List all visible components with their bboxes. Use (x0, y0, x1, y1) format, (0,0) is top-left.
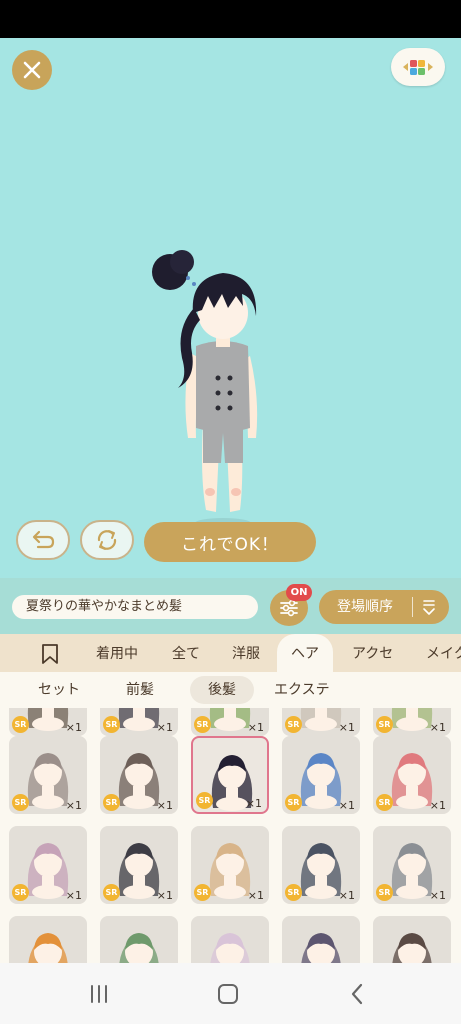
hair-item-card[interactable]: SR×1 (373, 916, 451, 963)
tab-accessories[interactable]: アクセ (352, 634, 393, 672)
tab-all[interactable]: 全て (172, 634, 200, 672)
hair-item-card[interactable]: SR ×1 (373, 736, 451, 814)
item-quantity: ×1 (247, 721, 264, 734)
subtab-set[interactable]: セット (38, 676, 80, 704)
sliders-icon (280, 599, 298, 617)
hair-item-card[interactable]: SR ×1 (9, 826, 87, 904)
system-nav-bar (0, 963, 461, 1024)
hair-item-card[interactable]: SR ×1 (282, 736, 360, 814)
item-quantity: ×1 (156, 721, 173, 734)
status-bar (0, 0, 461, 38)
hair-thumbnail (210, 933, 250, 963)
hair-thumbnail (119, 933, 159, 963)
sort-divider (412, 597, 413, 617)
tab-makeup[interactable]: メイク (426, 634, 461, 672)
recent-apps-button[interactable] (84, 979, 114, 1009)
subtab-bangs[interactable]: 前髪 (126, 676, 154, 704)
rarity-badge: SR (376, 884, 393, 901)
hair-item-card[interactable]: SR ×1 (191, 826, 269, 904)
layout-toggle-button[interactable] (391, 48, 445, 86)
hair-item-card[interactable]: SR ×1 (191, 708, 269, 736)
tab-wearing[interactable]: 着用中 (96, 634, 138, 672)
hair-item-card[interactable]: SR ×1 (9, 736, 87, 814)
refresh-icon (97, 530, 117, 550)
hair-thumbnail (301, 933, 341, 963)
tab-clothes[interactable]: 洋服 (232, 634, 260, 672)
hair-item-card[interactable]: SR ×1 (191, 736, 269, 814)
dressup-stage: これでOK！ (0, 38, 461, 583)
hair-item-card[interactable]: SR ×1 (100, 826, 178, 904)
sort-order-icon[interactable] (421, 598, 437, 616)
recent-apps-icon (91, 985, 107, 1003)
hair-item-card[interactable]: SR ×1 (9, 708, 87, 736)
item-quantity: ×1 (156, 889, 173, 902)
hair-item-card[interactable]: SR ×1 (282, 708, 360, 736)
avatar-character (152, 250, 258, 528)
item-quantity: ×1 (429, 721, 446, 734)
item-quantity: ×1 (65, 889, 82, 902)
item-quantity: ×1 (245, 797, 262, 810)
home-button[interactable] (213, 979, 243, 1009)
hair-item-card[interactable]: SR ×1 (282, 826, 360, 904)
item-toolbar: 夏祭りの華やかなまとめ髪 ON 登場順序 (0, 578, 461, 634)
item-quantity: ×1 (338, 799, 355, 812)
item-quantity: ×1 (429, 799, 446, 812)
rarity-badge: SR (376, 794, 393, 811)
back-button[interactable] (342, 979, 372, 1009)
rarity-badge: SR (194, 716, 211, 733)
item-quantity: ×1 (65, 799, 82, 812)
rarity-badge: SR (194, 884, 211, 901)
rarity-badge: SR (285, 884, 302, 901)
filter-on-badge: ON (286, 584, 312, 601)
rarity-badge: SR (103, 884, 120, 901)
palette-icon (403, 60, 433, 75)
item-quantity: ×1 (247, 889, 264, 902)
rarity-badge: SR (12, 884, 29, 901)
hair-thumbnail (392, 933, 432, 963)
hair-item-card[interactable]: SR×1 (100, 916, 178, 963)
back-icon (351, 983, 363, 1005)
subtab-back-hair[interactable]: 後髪 (190, 676, 254, 704)
close-button[interactable] (12, 50, 52, 90)
rarity-badge: SR (196, 792, 213, 809)
sort-button[interactable]: 登場順序 (319, 590, 449, 624)
hair-thumbnail (28, 933, 68, 963)
subtab-extensions[interactable]: エクステ (274, 676, 330, 704)
rarity-badge: SR (12, 716, 29, 733)
item-quantity: ×1 (338, 889, 355, 902)
item-quantity: ×1 (429, 889, 446, 902)
hair-subtabs: セット 前髪 後髪 エクステ (0, 672, 461, 708)
home-icon (218, 984, 238, 1004)
item-quantity: ×1 (65, 721, 82, 734)
rarity-badge: SR (12, 794, 29, 811)
hair-item-card[interactable]: SR×1 (191, 916, 269, 963)
hair-item-card[interactable]: SR×1 (9, 916, 87, 963)
item-quantity: ×1 (338, 721, 355, 734)
hair-item-card[interactable]: SR×1 (282, 916, 360, 963)
category-tabs: 着用中 全て 洋服 ヘア アクセ メイク (0, 634, 461, 672)
item-quantity: ×1 (156, 799, 173, 812)
reset-button[interactable] (80, 520, 134, 560)
item-grid: SR ×1 SR ×1 SR ×1 SR ×1 SR ×1 SR ×1 SR ×1 SR ×1 SR ×1 SR ×1… (0, 708, 461, 963)
rarity-badge: SR (285, 716, 302, 733)
close-icon (23, 61, 41, 79)
bookmark-icon[interactable] (40, 643, 60, 665)
hair-item-card[interactable]: SR ×1 (373, 826, 451, 904)
selected-item-name: 夏祭りの華やかなまとめ髪 (12, 595, 258, 619)
rarity-badge: SR (285, 794, 302, 811)
rarity-badge: SR (103, 716, 120, 733)
undo-button[interactable] (16, 520, 70, 560)
hair-item-card[interactable]: SR ×1 (100, 708, 178, 736)
confirm-button[interactable]: これでOK！ (144, 522, 316, 562)
hair-item-card[interactable]: SR ×1 (373, 708, 451, 736)
rarity-badge: SR (376, 716, 393, 733)
rarity-badge: SR (103, 794, 120, 811)
sort-label: 登場順序 (337, 599, 393, 615)
hair-item-card[interactable]: SR ×1 (100, 736, 178, 814)
undo-icon (32, 530, 55, 549)
tab-hair[interactable]: ヘア (277, 634, 333, 672)
